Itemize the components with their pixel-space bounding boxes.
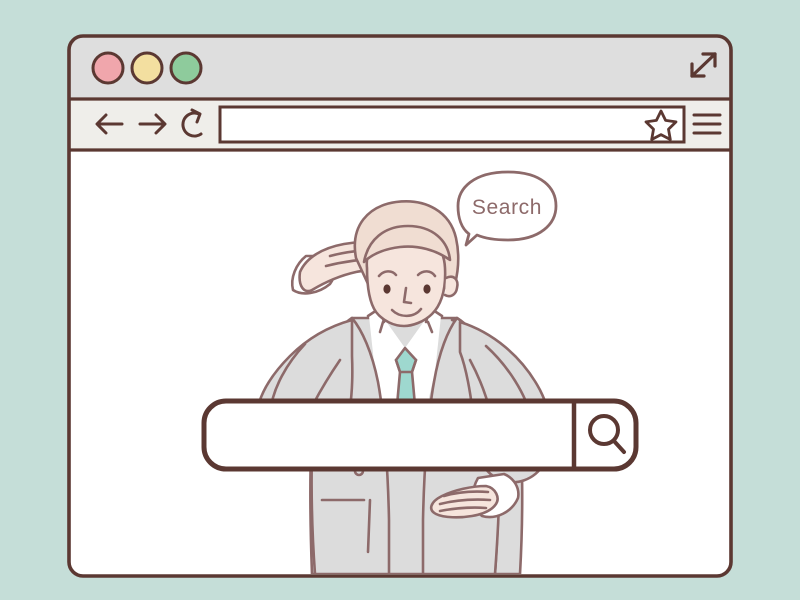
search-bar	[201, 398, 639, 472]
search-bar-container[interactable]	[201, 398, 639, 472]
illustration-stage: Search	[0, 0, 800, 600]
